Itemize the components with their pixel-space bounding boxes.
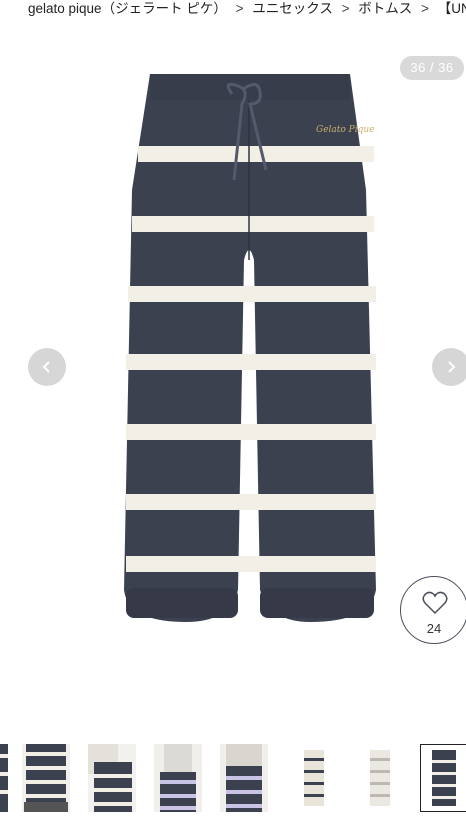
previous-image-button[interactable] (28, 348, 66, 386)
breadcrumb-item-unisex[interactable]: ユニセックス (252, 0, 333, 18)
breadcrumb-separator: > (421, 1, 429, 16)
breadcrumb-separator: > (341, 1, 350, 16)
thumbnail[interactable] (0, 744, 8, 812)
chevron-left-icon (42, 361, 50, 373)
thumbnail[interactable] (220, 744, 268, 812)
thumbnail-strip (0, 744, 466, 814)
thumbnail-active[interactable] (420, 744, 466, 812)
next-image-button[interactable] (432, 348, 466, 386)
thumbnail[interactable] (290, 744, 338, 812)
breadcrumb-item-current: 【UNIS (437, 1, 466, 16)
thumbnail[interactable] (154, 744, 202, 812)
breadcrumb-item-bottoms[interactable]: ボトムス (358, 0, 412, 18)
product-logo-text: Gelato Pique (316, 125, 374, 135)
breadcrumb-item-brand[interactable]: gelato pique（ジェラート ピケ） (28, 0, 227, 18)
breadcrumb: gelato pique（ジェラート ピケ） > ユニセックス > ボトムス >… (0, 0, 466, 24)
thumbnail[interactable] (88, 744, 136, 812)
image-gallery: 36 / 36 Gelato Pique 24 (0, 40, 466, 705)
chevron-right-icon (448, 361, 456, 373)
heart-outline-icon (422, 591, 448, 615)
favorite-count: 24 (426, 621, 442, 636)
product-image: Gelato Pique (124, 74, 376, 622)
image-counter: 36 / 36 (400, 56, 464, 80)
thumbnail[interactable] (356, 744, 404, 812)
thumbnail[interactable] (22, 744, 70, 812)
breadcrumb-separator: > (235, 1, 244, 16)
favorite-button[interactable]: 24 (400, 576, 466, 644)
